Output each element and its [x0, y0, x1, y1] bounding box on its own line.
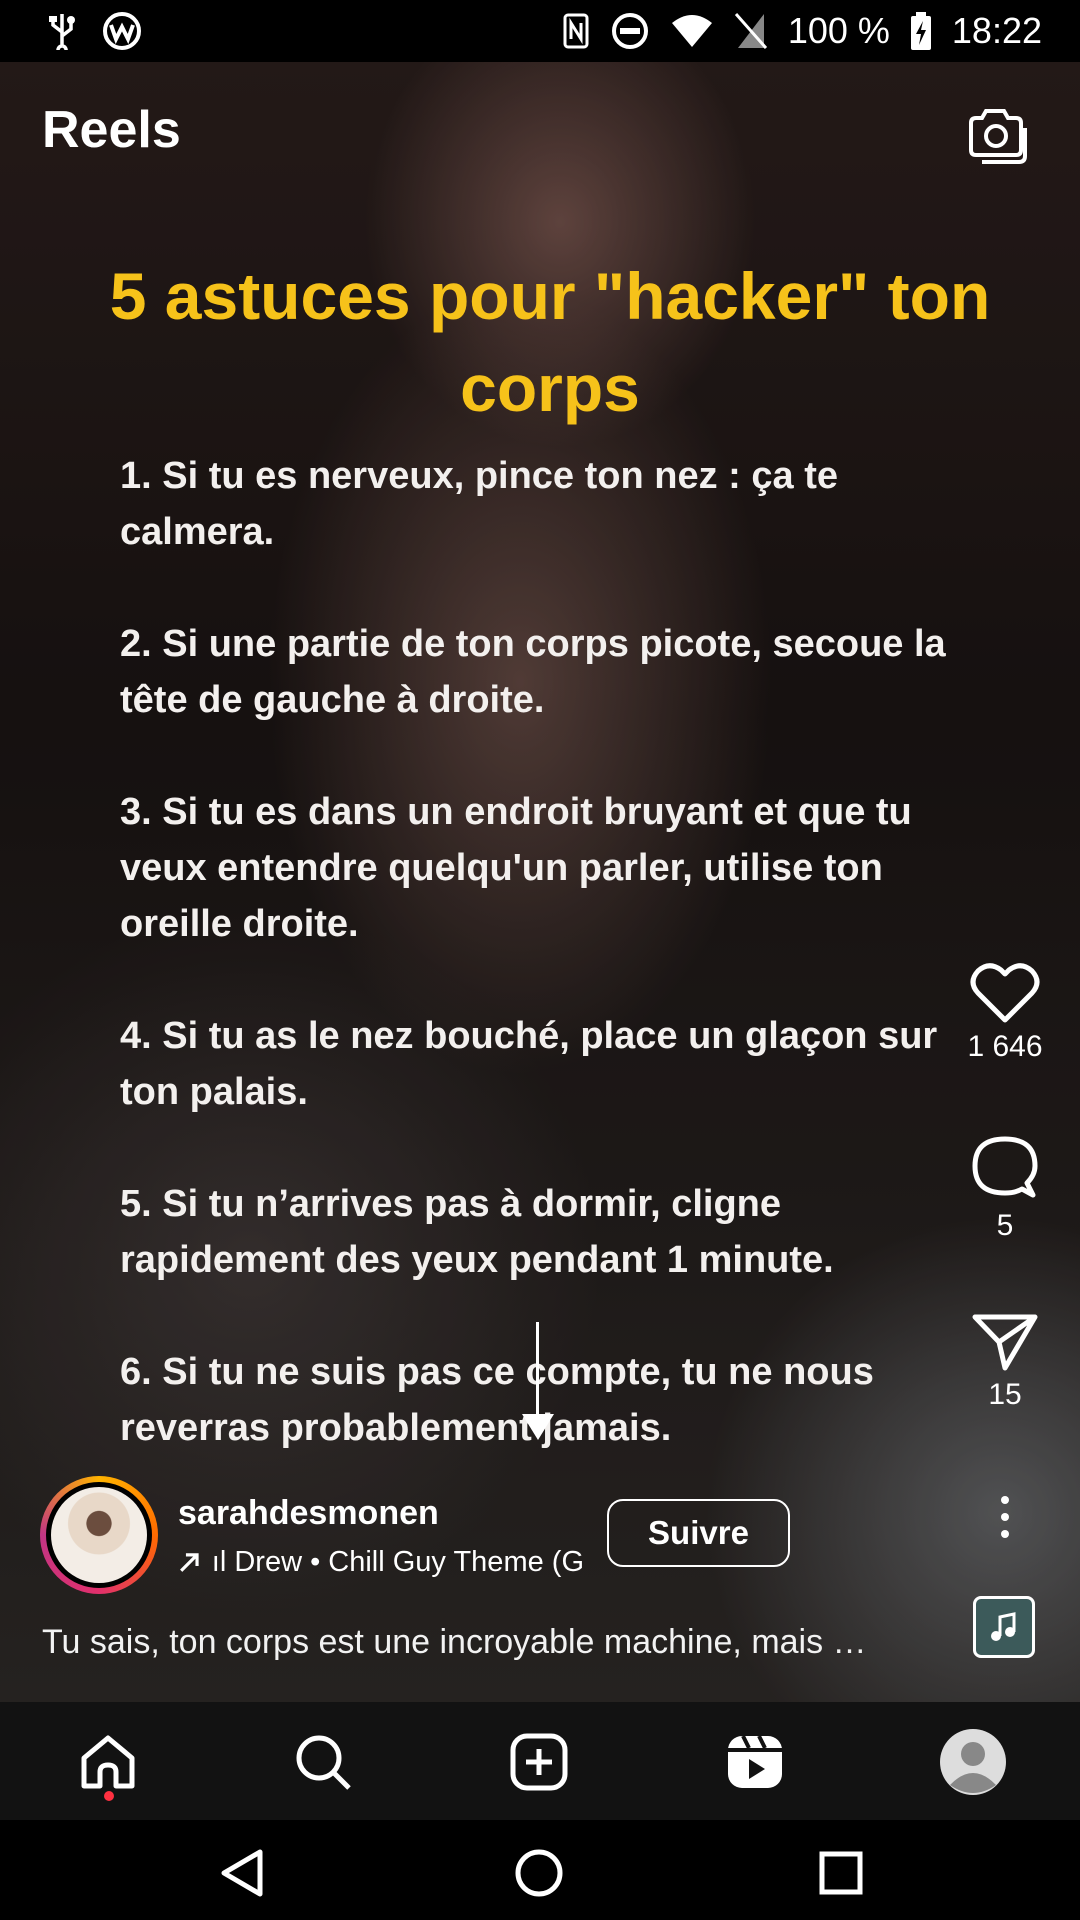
comment-icon — [972, 1136, 1038, 1198]
tip-3: 3. Si tu es dans un endroit bruyant et q… — [120, 791, 912, 945]
usb-icon — [49, 14, 75, 50]
home-circle-icon[interactable] — [514, 1848, 564, 1898]
wifi-icon — [671, 15, 712, 47]
heart-icon — [970, 963, 1040, 1023]
profile-icon[interactable] — [940, 1729, 1006, 1795]
camera-icon[interactable] — [966, 106, 1028, 164]
video-tips-list: 1. Si tu es nerveux, pince ton nez : ça … — [120, 448, 980, 1456]
music-title: ıl Drew • Chill Guy Theme (G — [211, 1545, 584, 1578]
author-username[interactable]: sarahdesmonen — [178, 1494, 439, 1533]
vpn-icon — [103, 12, 141, 50]
down-arrow-graphic — [522, 1322, 554, 1440]
more-options-button[interactable] — [985, 1492, 1025, 1542]
battery-percent: 100 % — [787, 10, 890, 51]
nfc-icon — [563, 13, 589, 49]
audio-thumbnail[interactable] — [973, 1596, 1035, 1658]
home-icon[interactable] — [78, 1732, 138, 1792]
trending-arrow-icon — [180, 1553, 199, 1572]
recents-icon[interactable] — [818, 1850, 864, 1896]
system-navigation-bar — [0, 1820, 1080, 1920]
reels-icon[interactable] — [725, 1732, 785, 1792]
create-icon[interactable] — [509, 1732, 569, 1792]
tip-1: 1. Si tu es nerveux, pince ton nez : ça … — [120, 455, 838, 553]
tip-2: 2. Si une partie de ton corps picote, se… — [120, 623, 946, 721]
back-icon[interactable] — [218, 1848, 266, 1898]
follow-button[interactable]: Suivre — [607, 1499, 790, 1567]
search-icon[interactable] — [293, 1732, 353, 1792]
no-sim-icon — [734, 13, 767, 49]
status-bar: 100 % 18:22 — [0, 0, 1080, 62]
music-info[interactable]: ıl Drew • Chill Guy Theme (G — [178, 1542, 584, 1582]
do-not-disturb-icon — [611, 13, 648, 49]
send-icon — [972, 1314, 1038, 1371]
page-title: Reels — [42, 101, 181, 159]
more-icon — [1001, 1496, 1009, 1504]
clock: 18:22 — [951, 10, 1042, 51]
video-overlay-title: 5 astuces pour "hacker" ton corps — [109, 259, 991, 425]
battery-charging-icon — [910, 12, 931, 50]
bottom-navigation — [0, 1702, 1080, 1820]
reel-caption[interactable]: Tu sais, ton corps est une incroyable ma… — [42, 1623, 922, 1662]
notification-dot — [104, 1791, 114, 1801]
author-avatar[interactable] — [40, 1476, 158, 1594]
music-note-icon — [991, 1612, 1016, 1641]
tip-4: 4. Si tu as le nez bouché, place un glaç… — [120, 1015, 938, 1113]
tip-5: 5. Si tu n’arrives pas à dormir, cligne … — [120, 1183, 834, 1281]
